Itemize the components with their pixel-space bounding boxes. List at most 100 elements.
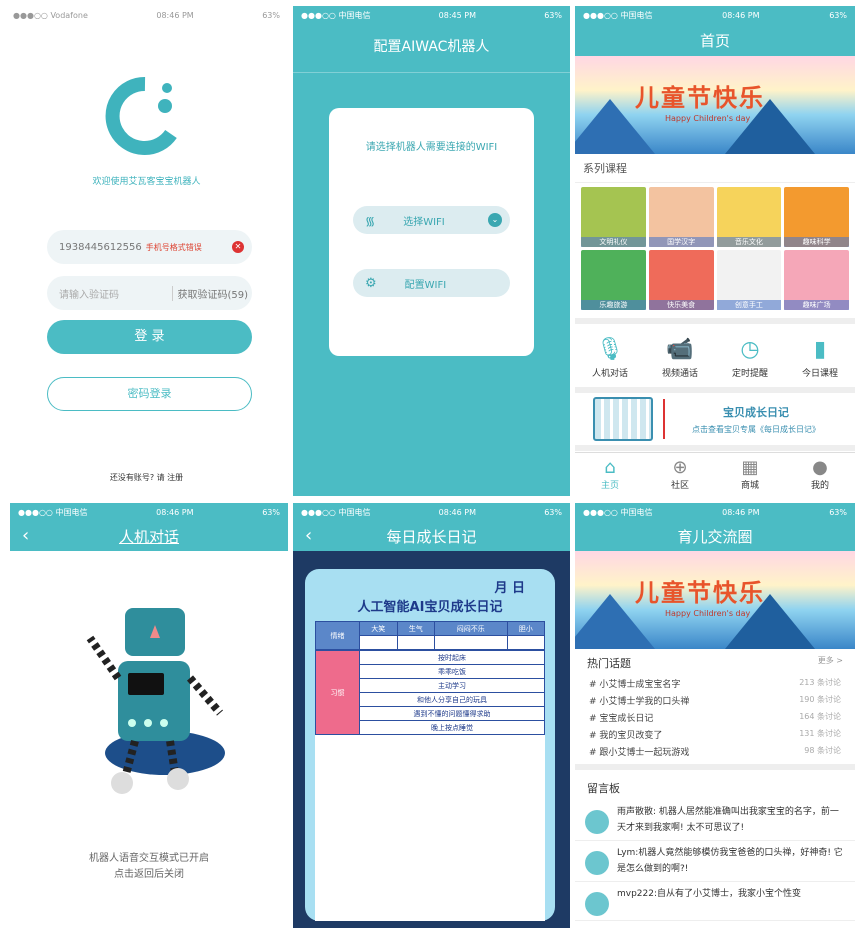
tab-label: 商城 <box>740 481 759 491</box>
gear-icon: ⚙ <box>365 275 377 291</box>
aiwac-logo-icon <box>105 76 185 156</box>
topic-item[interactable]: # 小艾博士成宝宝名字 213 条讨论 <box>575 675 855 692</box>
tab-user[interactable]: ● 我的 <box>785 453 855 496</box>
phone-error: 手机号格式错误 <box>145 242 202 252</box>
feature-clock[interactable]: ◷ 定时提醒 <box>715 332 785 380</box>
wifi-screen: ●●●○○ 中国电信 08:45 PM 63% 配置AIWAC机器人 请选择机器人需… <box>293 6 570 496</box>
topic-title: # 我的宝贝改变了 <box>589 731 663 741</box>
habit-item[interactable]: 晚上按点睡觉 <box>359 720 545 735</box>
topic-item[interactable]: # 宝宝成长日记 164 条讨论 <box>575 709 855 726</box>
course-tile[interactable]: 乐趣旅游 <box>581 250 646 310</box>
habit-item[interactable]: 按时起床 <box>359 650 545 665</box>
clock-icon: ◷ <box>740 336 760 362</box>
register-link[interactable]: 还没有账号? 请 注册 <box>5 472 288 483</box>
code-field[interactable]: 请输入验证码 获取验证码(59) <box>47 276 252 310</box>
page-header: ‹ 人机对话 <box>10 521 288 551</box>
get-code-button[interactable]: 获取验证码(59) <box>172 285 248 301</box>
microphone-icon: 🎙 <box>596 336 624 362</box>
status-bar: ●●●○○ 中国电信 08:45 PM 63% <box>293 6 570 24</box>
hot-topics-title: 热门话题 <box>587 657 631 670</box>
password-login-button[interactable]: 密码登录 <box>47 377 252 411</box>
course-tile[interactable]: 快乐美食 <box>648 250 714 310</box>
avatar <box>585 851 609 875</box>
chevron-down-icon: ⌄ <box>488 213 502 227</box>
calendar-icon <box>593 397 653 441</box>
diary-card[interactable]: 宝贝成长日记点击查看宝贝专属《每日成长日记》 <box>575 393 855 451</box>
mood-option[interactable]: 闷闷不乐 <box>434 621 508 636</box>
message-item[interactable]: mvp222:自从有了小艾博士，我家小宝个性变 <box>575 882 855 921</box>
login-screen: ●●●○○ Vodafone 08:46 PM 63% 欢迎使用艾瓦客宝宝机器人 1… <box>5 6 288 496</box>
banner-subtitle: Happy Children's day <box>665 609 751 618</box>
course-tile[interactable]: 趣味科学 <box>784 187 849 247</box>
error-icon: ✕ <box>232 241 244 253</box>
chat-screen: ●●●○○ 中国电信 08:46 PM 63% ‹ 人机对话 机器人语音交互模式已开启… <box>10 503 288 928</box>
tab-home[interactable]: ⌂ 主页 <box>575 453 645 496</box>
banner-subtitle: Happy Children's day <box>665 114 751 123</box>
course-tile[interactable]: 国学汉字 <box>648 187 714 247</box>
banner-title: 儿童节快乐 <box>635 579 765 607</box>
diary-title: 宝贝成长日记 <box>723 405 789 419</box>
topic-item[interactable]: # 小艾博士学我的口头禅 190 条讨论 <box>575 692 855 709</box>
course-tile[interactable]: 创意手工 <box>716 250 782 310</box>
topic-count: 131 条讨论 <box>799 729 841 738</box>
tab-globe[interactable]: ⊕ 社区 <box>645 453 715 496</box>
habit-item[interactable]: 和他人分享自己的玩具 <box>359 692 545 707</box>
clock: 08:46 PM <box>438 507 476 517</box>
course-tile[interactable]: 趣味广场 <box>784 250 849 310</box>
diary-subtitle: 点击查看宝贝专属《每日成长日记》 <box>692 424 820 434</box>
course-label: 国学汉字 <box>648 237 714 247</box>
course-label: 快乐美食 <box>648 300 714 310</box>
feature-video-camera[interactable]: 📹 视频通话 <box>645 332 715 380</box>
message-item[interactable]: Lym:机器人竟然能够模仿我宝爸爸的口头禅，好神奇! 它是怎么做到的啊?! <box>575 841 855 882</box>
course-tile[interactable]: 文明礼仪 <box>581 187 646 247</box>
video-camera-icon: 📹 <box>666 336 694 362</box>
feature-label: 人机对话 <box>591 369 628 379</box>
course-label: 趣味科学 <box>784 237 849 247</box>
course-label: 文明礼仪 <box>581 237 646 247</box>
back-arrow-icon[interactable]: ‹ <box>22 525 29 546</box>
message-list: 雨声散散: 机器人居然能准确叫出我家宝宝的名字，前一天才来到我家啊! 太不可思议… <box>575 800 855 921</box>
topic-item[interactable]: # 我的宝贝改变了 131 条讨论 <box>575 726 855 743</box>
page-title: 首页 <box>575 24 855 56</box>
mood-option[interactable]: 生气 <box>396 621 435 636</box>
phone-field[interactable]: 1938445612556 手机号格式错误 ✕ <box>47 230 252 264</box>
clock: 08:46 PM <box>722 10 760 20</box>
more-link[interactable]: 更多 > <box>818 655 843 671</box>
select-wifi-label: 选择WIFI <box>403 216 445 228</box>
code-placeholder: 请输入验证码 <box>59 289 119 301</box>
habit-item[interactable]: 乖乖吃饭 <box>359 664 545 679</box>
course-tile[interactable]: 音乐文化 <box>716 187 782 247</box>
back-arrow-icon[interactable]: ‹ <box>305 525 312 546</box>
feature-book[interactable]: ▮ 今日课程 <box>785 332 855 380</box>
banner[interactable]: 儿童节快乐 Happy Children's day <box>575 551 855 649</box>
globe-icon: ⊕ <box>672 457 688 478</box>
config-wifi-label: 配置WIFI <box>404 279 447 291</box>
wifi-card: 请选择机器人需要连接的WIFI ᯾ 选择WIFI ⌄ ⚙ 配置WIFI <box>329 108 534 356</box>
banner[interactable]: 儿童节快乐 Happy Children's day <box>575 56 855 154</box>
store-icon: ▦ <box>741 457 759 478</box>
tab-store[interactable]: ▦ 商城 <box>715 453 785 496</box>
message-text: mvp222:自从有了小艾博士，我家小宝个性变 <box>617 889 802 899</box>
status-bar: ●●●○○ Vodafone 08:46 PM 63% <box>5 6 288 24</box>
config-wifi-button[interactable]: ⚙ 配置WIFI <box>353 269 510 297</box>
battery: 63% <box>544 10 562 20</box>
habit-table: 习惯 按时起床 乖乖吃饭 主动学习 和他人分享自己的玩具 遇到不懂的问题懂得求助 晚上按点睡… <box>315 650 545 735</box>
page-header: ‹ 每日成长日记 <box>293 521 570 551</box>
habit-label: 习惯 <box>315 650 360 735</box>
mood-option[interactable]: 胆小 <box>506 621 545 636</box>
message-item[interactable]: 雨声散散: 机器人居然能准确叫出我家宝宝的名字，前一天才来到我家啊! 太不可思议… <box>575 800 855 841</box>
course-grid: 文明礼仪 国学汉字 音乐文化 趣味科学乐趣旅游 快乐美食 创意手工 趣味广场 <box>575 183 855 318</box>
topic-title: # 小艾博士学我的口头禅 <box>589 697 690 707</box>
carrier: ●●●○○ 中国电信 <box>301 507 371 517</box>
status-bar: ●●●○○ 中国电信 08:46 PM 63% <box>10 503 288 521</box>
feature-microphone[interactable]: 🎙 人机对话 <box>575 332 645 380</box>
login-button[interactable]: 登 录 <box>47 320 252 354</box>
topic-item[interactable]: # 跟小艾博士一起玩游戏 98 条讨论 <box>575 743 855 760</box>
habit-item[interactable]: 遇到不懂的问题懂得求助 <box>359 706 545 721</box>
select-wifi-button[interactable]: ᯾ 选择WIFI ⌄ <box>353 206 510 234</box>
welcome-text: 欢迎使用艾瓦客宝宝机器人 <box>92 177 201 187</box>
tab-label: 主页 <box>600 481 619 491</box>
habit-item[interactable]: 主动学习 <box>359 678 545 693</box>
carrier: ●●●○○ 中国电信 <box>301 10 371 20</box>
mood-option[interactable]: 大笑 <box>359 621 398 636</box>
